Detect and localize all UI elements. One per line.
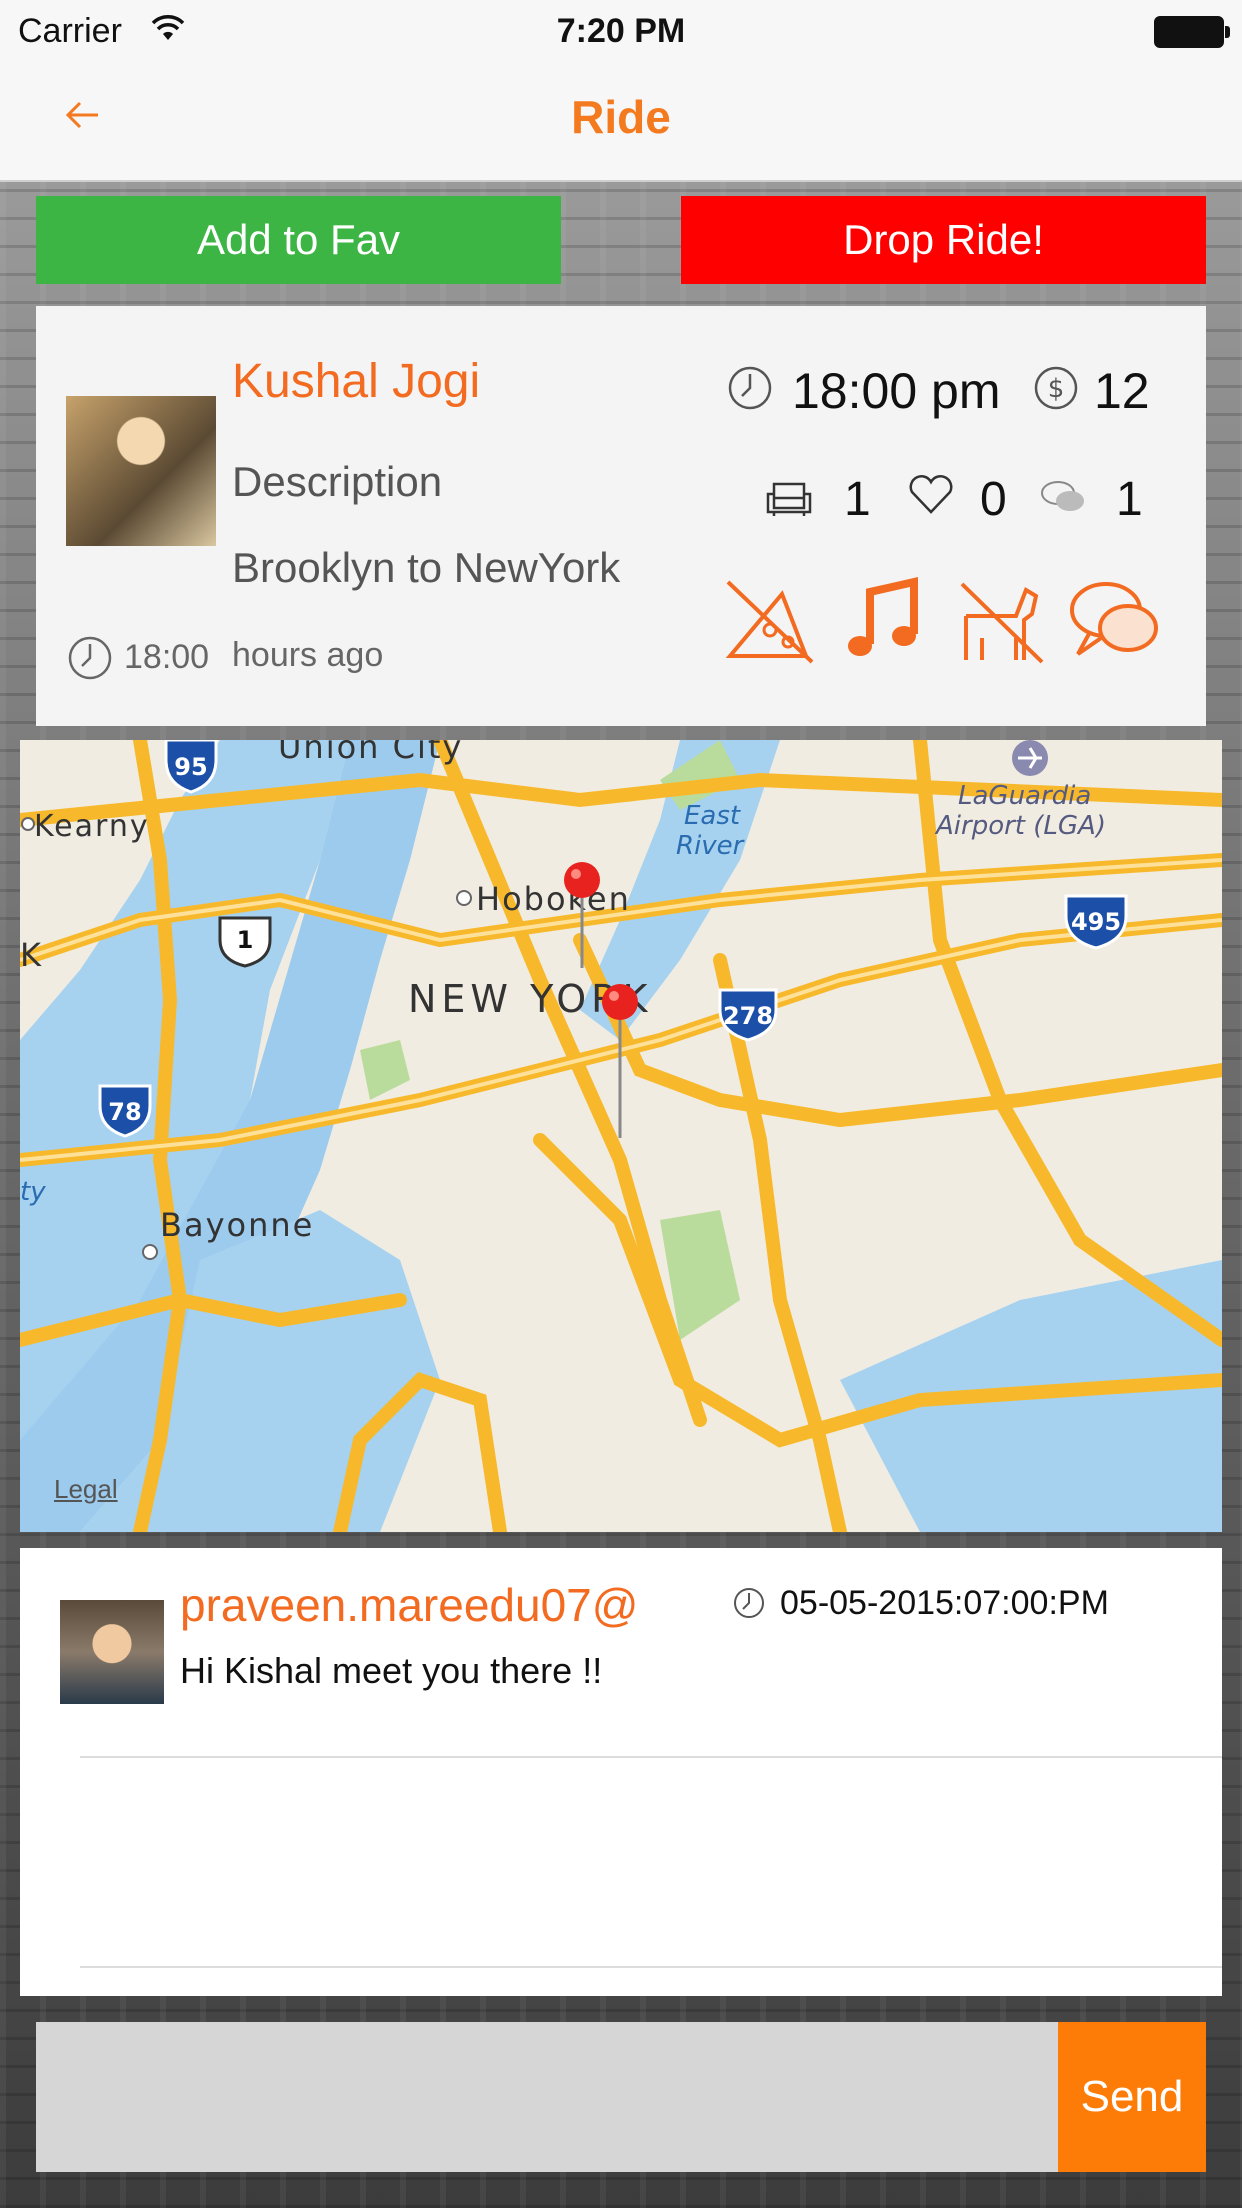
map-label-east-river: East xyxy=(684,801,741,831)
status-bar: Carrier 7:20 PM xyxy=(0,0,1242,62)
comment-user[interactable]: praveen.mareedu07@ xyxy=(180,1578,638,1632)
no-food-icon xyxy=(725,580,814,664)
no-pets-icon xyxy=(960,582,1044,664)
driver-name[interactable]: Kushal Jogi xyxy=(232,354,480,409)
shield-i78: 78 xyxy=(108,1098,141,1126)
comment-text: Hi Kishal meet you there !! xyxy=(180,1650,603,1691)
departure-clock-icon xyxy=(728,366,772,410)
map-legal-link[interactable]: Legal xyxy=(54,1474,118,1505)
chat-icon xyxy=(1070,582,1158,656)
clock: 7:20 PM xyxy=(556,12,686,50)
ride-card: Kushal Jogi Description Brooklyn to NewY… xyxy=(36,306,1206,726)
ride-route: Brooklyn to NewYork xyxy=(232,544,621,591)
comment-input[interactable] xyxy=(36,2022,1058,2172)
ride-price: 12 xyxy=(1094,363,1150,419)
map-label-laguardia: LaGuardia xyxy=(958,781,1091,811)
posted-ago: hours ago xyxy=(232,636,384,674)
comment-divider xyxy=(80,1756,1222,1758)
shield-i95: 95 xyxy=(174,753,207,781)
map-label-laguardia-2: Airport (LGA) xyxy=(934,811,1106,841)
nav-bar: Ride xyxy=(0,62,1242,182)
posted-time: 18:00 xyxy=(124,638,210,676)
page-title: Ride xyxy=(571,91,671,143)
driver-avatar[interactable] xyxy=(66,396,216,546)
map-label-k: K xyxy=(20,936,42,974)
ride-description: Description xyxy=(232,458,443,505)
shield-us1: 1 xyxy=(237,926,254,954)
seat-icon xyxy=(766,482,812,516)
seats-count: 1 xyxy=(844,473,871,526)
route-map[interactable]: Union City Kearny Hoboken NEW YORK Bayon… xyxy=(20,740,1222,1532)
shield-i278: 278 xyxy=(723,1002,773,1030)
likes-count: 0 xyxy=(980,473,1007,526)
drop-ride-button[interactable]: Drop Ride! xyxy=(681,196,1206,284)
map-label-east-river-2: River xyxy=(676,831,746,861)
heart-icon[interactable] xyxy=(906,474,956,516)
map-label-hoboken: Hoboken xyxy=(476,880,631,918)
music-icon xyxy=(848,576,918,656)
svg-text:$: $ xyxy=(1048,374,1065,404)
comments-list: praveen.mareedu07@ 05-05-2015:07:00:PM H… xyxy=(20,1548,1222,1996)
comment-divider-2 xyxy=(80,1966,1222,1968)
map-canvas: Union City Kearny Hoboken NEW YORK Bayon… xyxy=(20,740,1222,1532)
clock-icon xyxy=(68,636,112,680)
comment-clock-icon xyxy=(734,1588,764,1618)
add-to-fav-button[interactable]: Add to Fav xyxy=(36,196,561,284)
comment-date: 05-05-2015:07:00:PM xyxy=(780,1584,1109,1622)
map-label-ty: ty xyxy=(20,1177,46,1207)
comments-count: 1 xyxy=(1116,473,1143,526)
dollar-icon: $ xyxy=(1034,366,1078,410)
departure-time: 18:00 pm xyxy=(792,363,1001,419)
map-label-bayonne: Bayonne xyxy=(160,1206,314,1244)
comments-icon xyxy=(1041,481,1084,511)
map-label-kearny: Kearny xyxy=(34,809,150,844)
send-button[interactable]: Send xyxy=(1058,2022,1206,2172)
shield-i495: 495 xyxy=(1071,908,1121,936)
commenter-avatar[interactable] xyxy=(60,1600,164,1704)
battery-icon xyxy=(1154,16,1230,48)
map-label-union-city: Union City xyxy=(278,740,463,766)
